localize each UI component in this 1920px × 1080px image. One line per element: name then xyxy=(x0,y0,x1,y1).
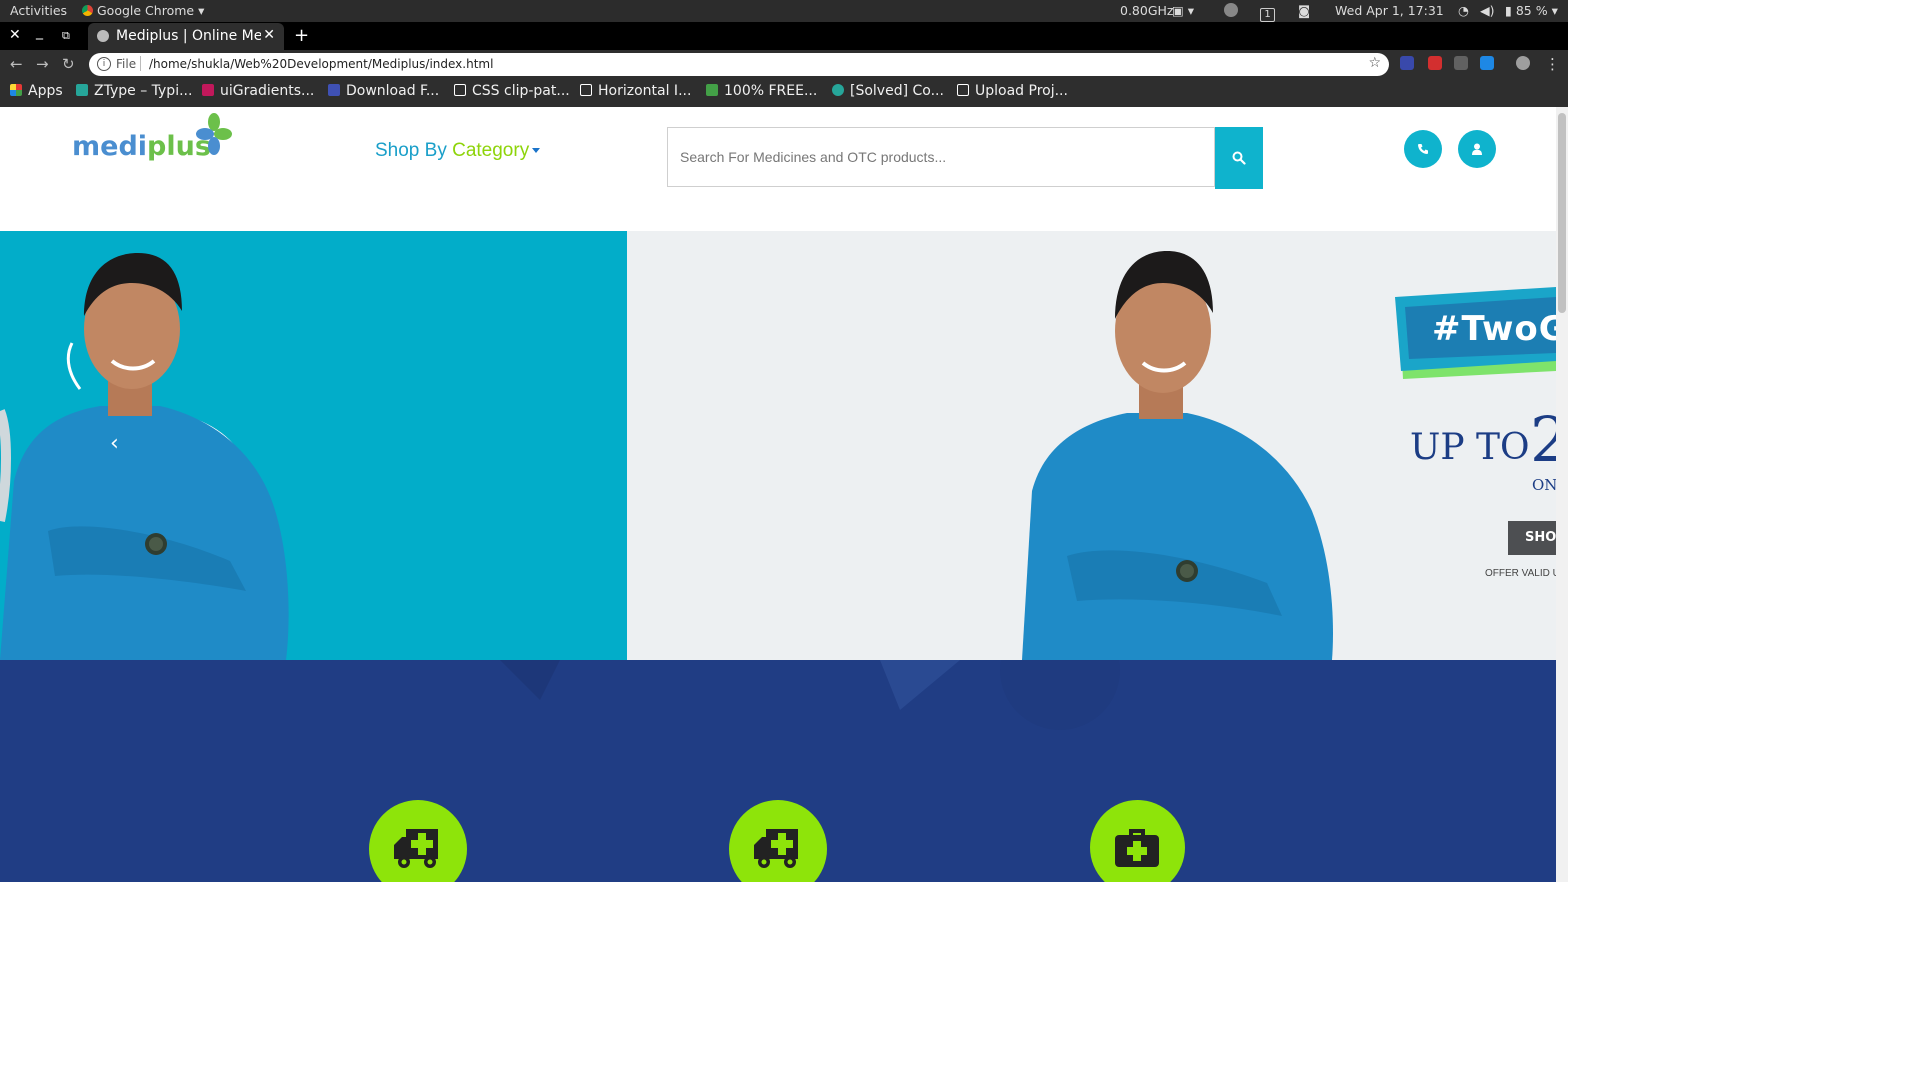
browser-toolbar: ← → ↻ i File /home/shukla/Web%20Developm… xyxy=(0,50,1568,79)
page-scrollbar[interactable] xyxy=(1556,107,1568,882)
leaf-icon xyxy=(706,84,718,96)
bookmark-solved[interactable]: [Solved] Co... xyxy=(832,83,944,99)
back-arrow-icon[interactable]: ← xyxy=(10,55,23,73)
upload-site-icon xyxy=(957,84,969,96)
ambulance-icon xyxy=(754,829,798,868)
minimize-window-icon[interactable]: _ xyxy=(36,24,43,40)
apps-grid-icon xyxy=(10,84,22,96)
app-name: Google Chrome xyxy=(97,3,195,18)
reload-icon[interactable]: ↻ xyxy=(62,55,75,73)
user-indicator-icon[interactable] xyxy=(1224,3,1238,20)
uigradients-icon xyxy=(202,84,214,96)
extension-bird-icon[interactable] xyxy=(1454,56,1468,70)
call-button[interactable] xyxy=(1404,130,1442,168)
user-icon xyxy=(1472,143,1482,155)
search-input[interactable] xyxy=(668,128,1202,186)
offer-validity-text: OFFER VALID UI xyxy=(1485,568,1556,579)
promo-value: 2 xyxy=(1530,403,1556,476)
codepen-icon xyxy=(580,84,592,96)
protocol-label: File xyxy=(116,57,137,71)
extension-red-icon[interactable] xyxy=(1428,56,1442,70)
bookmark-upload[interactable]: Upload Proj... xyxy=(957,83,1068,99)
solved-site-icon xyxy=(832,84,844,96)
url-text[interactable]: /home/shukla/Web%20Development/Mediplus/… xyxy=(149,57,493,71)
tab-title: Mediplus | Online Medicine xyxy=(116,28,261,44)
shop-by-category-menu[interactable]: Shop By Category xyxy=(375,140,541,162)
web-page: mediplus Shop By Category Search For Med… xyxy=(0,107,1556,882)
close-window-icon[interactable]: ✕ xyxy=(9,27,21,43)
services-section xyxy=(0,660,1556,882)
restore-window-icon[interactable]: ⧉ xyxy=(62,29,70,43)
close-tab-icon[interactable]: ✕ xyxy=(263,27,275,43)
clock[interactable]: Wed Apr 1, 17:31 xyxy=(1335,3,1444,18)
battery-icon[interactable]: ▮ 85 % ▾ xyxy=(1505,3,1558,18)
search-button[interactable] xyxy=(1215,127,1263,189)
workspace-indicator[interactable]: 1 xyxy=(1260,3,1275,22)
extension-plane-icon[interactable] xyxy=(1480,56,1494,70)
os-top-bar: Activities Google Chrome ▾ 0.80GHz ▣ ▾ 1… xyxy=(0,0,1568,22)
phone-icon xyxy=(1418,144,1428,154)
camera-icon[interactable]: ◙ xyxy=(1298,3,1310,18)
activities-button[interactable]: Activities xyxy=(10,3,67,18)
bookmark-star-icon[interactable]: ☆ xyxy=(1368,55,1381,71)
shop-now-button[interactable]: SHOP xyxy=(1508,521,1556,555)
bookmark-ztype[interactable]: ZType – Typi... xyxy=(76,83,192,99)
globe-icon xyxy=(97,30,109,42)
hero-slide-left: ‹ xyxy=(0,231,627,660)
app-menu[interactable]: Google Chrome ▾ xyxy=(82,3,204,18)
promo-on: ON xyxy=(1532,476,1556,494)
codepen-icon xyxy=(454,84,466,96)
first-aid-kit-icon xyxy=(1115,829,1159,867)
address-divider xyxy=(140,56,141,71)
search-icon xyxy=(1232,151,1246,165)
extension-pen-icon[interactable] xyxy=(1400,56,1414,70)
brand-ambassador-image xyxy=(0,253,289,660)
battery-level: 85 % xyxy=(1515,3,1548,18)
bookmark-css-clip-path[interactable]: CSS clip-pat... xyxy=(454,83,570,99)
wifi-icon[interactable]: ◔ xyxy=(1458,3,1469,18)
bookmark-free[interactable]: 100% FREE... xyxy=(706,83,817,99)
browser-tab-active[interactable]: Mediplus | Online Medicine ✕ xyxy=(88,23,284,50)
bookmarks-bar: Apps ZType – Typi... uiGradients... Down… xyxy=(0,79,1568,107)
promo-hashtag: #TwoG xyxy=(1432,309,1556,349)
profile-avatar-icon[interactable] xyxy=(1516,56,1530,70)
cpu-indicator[interactable]: 0.80GHz xyxy=(1120,3,1173,18)
bookmark-download[interactable]: Download F... xyxy=(328,83,439,99)
ztype-icon xyxy=(76,84,88,96)
mediplus-logo[interactable]: mediplus xyxy=(72,131,211,162)
promo-up-to: UP TO xyxy=(1410,427,1530,468)
hero-carousel: ‹ #TwoG UP TO 2 ON SHOP OFFER xyxy=(0,231,1556,660)
menu-dots-icon[interactable]: ⋮ xyxy=(1545,55,1560,73)
volume-icon[interactable]: ◀) xyxy=(1480,3,1495,18)
chrome-icon xyxy=(82,5,93,16)
bookmark-horizontal[interactable]: Horizontal I... xyxy=(580,83,691,99)
cpu-chip-icon[interactable]: ▣ ▾ xyxy=(1172,3,1194,18)
hero-slide-right: #TwoG UP TO 2 ON SHOP OFFER VALID UI xyxy=(627,231,1556,660)
info-icon[interactable]: i xyxy=(97,57,111,71)
ambulance-icon xyxy=(394,829,438,868)
category-label: Category xyxy=(452,140,530,161)
bookmark-apps[interactable]: Apps xyxy=(10,83,63,99)
scrollbar-thumb[interactable] xyxy=(1558,113,1566,313)
address-bar[interactable]: i File /home/shukla/Web%20Development/Me… xyxy=(89,53,1389,76)
carousel-prev-button[interactable]: ‹ xyxy=(110,431,119,456)
chevron-down-icon: ▾ xyxy=(198,3,205,18)
new-tab-button[interactable]: + xyxy=(294,25,309,46)
logo-flower-icon xyxy=(196,113,232,155)
search-box xyxy=(667,127,1215,187)
caret-down-icon xyxy=(532,148,541,153)
shop-by-label: Shop By xyxy=(375,140,453,161)
bookmark-uigradients[interactable]: uiGradients... xyxy=(202,83,314,99)
download-site-icon xyxy=(328,84,340,96)
forward-arrow-icon[interactable]: → xyxy=(36,55,49,73)
account-button[interactable] xyxy=(1458,130,1496,168)
